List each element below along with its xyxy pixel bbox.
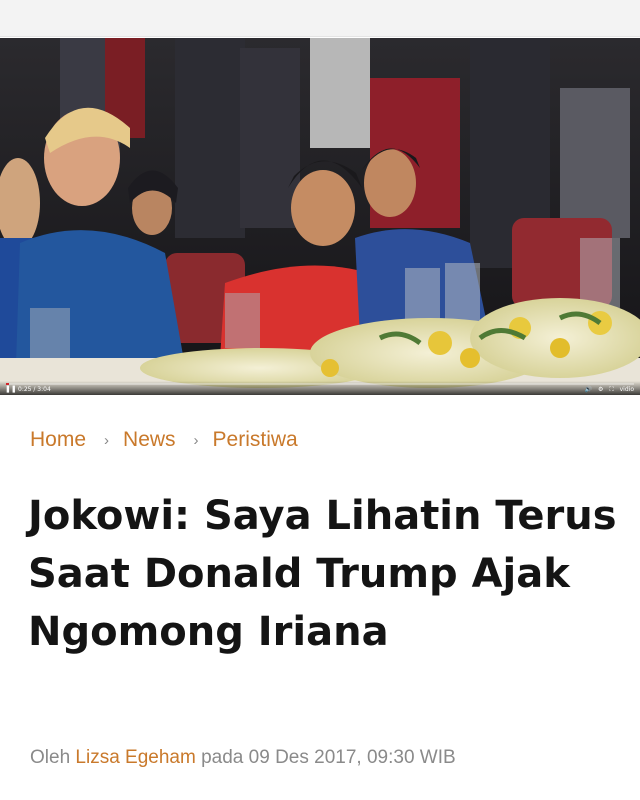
publish-date: pada 09 Des 2017, 09:30 WIB	[201, 747, 456, 768]
author-link[interactable]: Lizsa Egeham	[75, 747, 195, 768]
video-player[interactable]: ❚❚ 0:25 / 3:04 🔊 ⚙ ⛶ vidio	[0, 38, 640, 395]
pause-icon[interactable]: ❚❚	[5, 386, 17, 394]
breadcrumb: Home › News › Peristiwa	[30, 428, 298, 452]
chevron-right-icon: ›	[193, 431, 199, 449]
breadcrumb-peristiwa[interactable]: Peristiwa	[213, 428, 298, 452]
breadcrumb-home[interactable]: Home	[30, 428, 86, 452]
video-frame	[0, 38, 640, 395]
vidio-logo[interactable]: vidio	[620, 386, 634, 394]
chevron-right-icon: ›	[104, 431, 110, 449]
video-progress-fill	[6, 383, 10, 385]
settings-icon[interactable]: ⚙	[598, 386, 603, 394]
article-title: Jokowi: Saya Lihatin Terus Saat Donald T…	[28, 493, 617, 655]
breadcrumb-news[interactable]: News	[123, 428, 176, 452]
video-time: 0:25 / 3:04	[18, 386, 51, 393]
volume-icon[interactable]: 🔊	[585, 386, 592, 394]
video-right-controls: 🔊 ⚙ ⛶ vidio	[585, 386, 634, 394]
video-progress-track[interactable]	[6, 383, 634, 385]
article-byline: Oleh Lizsa Egeham pada 09 Des 2017, 09:3…	[30, 747, 456, 769]
video-controls-bar: ❚❚ 0:25 / 3:04 🔊 ⚙ ⛶ vidio	[0, 381, 640, 395]
browser-top-bar	[0, 0, 640, 37]
byline-prefix: Oleh	[30, 747, 71, 768]
fullscreen-icon[interactable]: ⛶	[609, 386, 613, 394]
article-page: ❚❚ 0:25 / 3:04 🔊 ⚙ ⛶ vidio Home › News ›…	[0, 0, 640, 800]
